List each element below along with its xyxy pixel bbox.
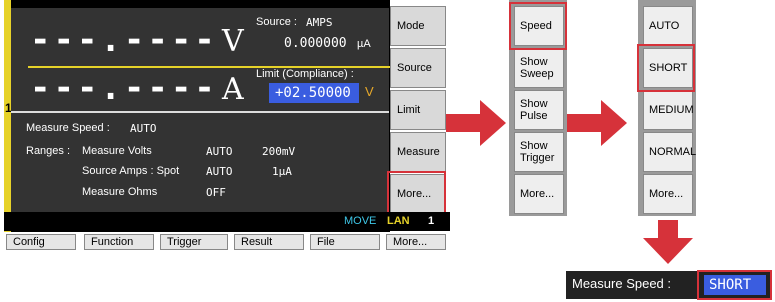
limit-unit: V xyxy=(365,84,374,99)
current-reading: ---.---- xyxy=(30,68,218,108)
range-value: 1µA xyxy=(272,165,292,178)
range-name: Measure Volts xyxy=(82,145,152,157)
menu-item-auto[interactable]: AUTO xyxy=(643,6,693,46)
range-mode: AUTO xyxy=(206,145,233,158)
source-value: 0.000000 xyxy=(284,36,347,51)
source-mode: AMPS xyxy=(306,16,333,29)
highlight-box xyxy=(387,171,446,217)
menu-item-show-sweep[interactable]: Show Sweep xyxy=(514,48,564,88)
menu-item-more[interactable]: More... xyxy=(643,174,693,214)
softkey-limit[interactable]: Limit xyxy=(390,90,446,130)
fkey-more[interactable]: More... xyxy=(386,234,446,250)
fkey-trigger[interactable]: Trigger xyxy=(160,234,228,250)
status-channel: 1 xyxy=(428,215,435,227)
menu-item-medium[interactable]: MEDIUM xyxy=(643,90,694,130)
status-bar xyxy=(4,212,450,231)
arrow-down-icon xyxy=(643,220,693,264)
menu-item-more[interactable]: More... xyxy=(514,174,564,214)
status-lan: LAN xyxy=(387,215,410,227)
menu-item-show-trigger[interactable]: Show Trigger xyxy=(514,132,564,172)
channel-indicator-bar xyxy=(4,0,11,232)
highlight-box xyxy=(509,2,567,50)
voltage-reading: ---.---- xyxy=(30,20,218,60)
fkey-result[interactable]: Result xyxy=(234,234,304,250)
arrow-right-icon xyxy=(567,100,627,146)
fkey-function[interactable]: Function xyxy=(84,234,154,250)
range-name: Source Amps : Spot xyxy=(82,165,180,177)
menu-item-normal[interactable]: NORMAL xyxy=(643,132,696,172)
fkey-config[interactable]: Config xyxy=(6,234,76,250)
softkey-mode[interactable]: Mode xyxy=(390,6,446,46)
current-unit: A xyxy=(222,72,244,107)
highlight-box xyxy=(697,270,772,300)
highlight-box xyxy=(637,44,695,92)
limit-value-field[interactable]: +02.50000 xyxy=(269,83,359,103)
limit-label: Limit (Compliance) : xyxy=(256,68,354,80)
ranges-label: Ranges : xyxy=(26,145,71,157)
range-mode: OFF xyxy=(206,186,226,199)
range-mode: AUTO xyxy=(206,165,233,178)
divider-line xyxy=(11,111,389,113)
softkey-source[interactable]: Source xyxy=(390,48,446,88)
menu-item-show-pulse[interactable]: Show Pulse xyxy=(514,90,564,130)
source-label: Source : xyxy=(256,16,297,28)
arrow-right-icon xyxy=(446,100,506,146)
softkey-measure[interactable]: Measure xyxy=(390,132,446,172)
result-label: Measure Speed : xyxy=(572,276,672,291)
measure-speed-label: Measure Speed : xyxy=(26,122,110,134)
measure-speed-value: AUTO xyxy=(130,122,157,135)
fkey-file[interactable]: File xyxy=(310,234,380,250)
range-value: 200mV xyxy=(262,145,296,158)
voltage-unit: V xyxy=(222,24,244,59)
range-name: Measure Ohms xyxy=(82,186,158,198)
status-move: MOVE xyxy=(344,215,377,227)
source-unit: µA xyxy=(357,38,371,50)
